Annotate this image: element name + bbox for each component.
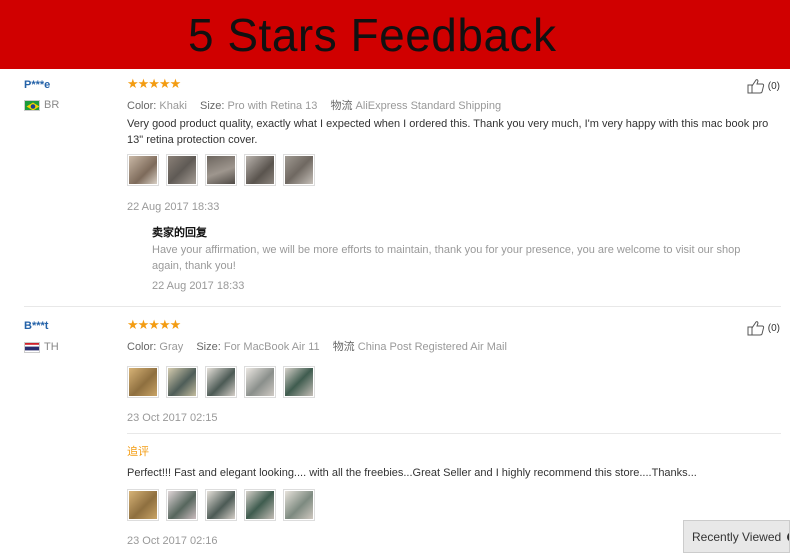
followup-photos xyxy=(127,489,315,521)
order-details: Color: Khaki Size: Pro with Retina 13 物流… xyxy=(127,97,501,113)
seller-reply-title: 卖家的回复 xyxy=(152,227,207,239)
reviewer-name[interactable]: P***e xyxy=(24,79,50,91)
reviewer-country: TH xyxy=(24,341,59,353)
size-label: Size: xyxy=(196,341,221,353)
order-details: Color: Gray Size: For MacBook Air 11 物流 … xyxy=(127,338,507,354)
review-photo-thumbnail[interactable] xyxy=(166,366,198,398)
review-photo-thumbnail[interactable] xyxy=(166,489,198,521)
review-photo-thumbnail[interactable] xyxy=(244,366,276,398)
shipping-value: AliExpress Standard Shipping xyxy=(355,100,502,112)
helpful-vote[interactable]: (0) xyxy=(747,78,780,94)
color-value: Khaki xyxy=(159,100,187,112)
recently-viewed-label: Recently Viewed xyxy=(692,529,782,544)
review-photo-thumbnail[interactable] xyxy=(283,154,315,186)
review-divider xyxy=(24,306,781,307)
country-code: TH xyxy=(44,341,59,353)
thumbs-up-icon[interactable] xyxy=(747,78,765,94)
brazil-flag-icon xyxy=(24,99,40,111)
seller-reply-text: Have your affirmation, we will be more e… xyxy=(152,244,741,272)
helpful-count: (0) xyxy=(767,80,780,92)
review-photo-thumbnail[interactable] xyxy=(127,154,159,186)
review-photo-thumbnail[interactable] xyxy=(244,489,276,521)
helpful-count: (0) xyxy=(767,322,780,334)
feedback-banner: 5 Stars Feedback xyxy=(0,0,790,69)
review-photo-thumbnail[interactable] xyxy=(127,489,159,521)
star-rating: ★★★★★ xyxy=(127,318,181,333)
thailand-flag-icon xyxy=(24,341,40,353)
seller-reply-date: 22 Aug 2017 18:33 xyxy=(152,280,245,292)
country-code: BR xyxy=(44,99,60,111)
review-date: 22 Aug 2017 18:33 xyxy=(127,201,220,213)
review-date: 23 Oct 2017 02:15 xyxy=(127,412,218,424)
color-label: Color: xyxy=(127,100,157,112)
review-photo-thumbnail[interactable] xyxy=(244,154,276,186)
size-value: Pro with Retina 13 xyxy=(227,100,318,112)
color-value: Gray xyxy=(159,341,184,353)
review-photo-thumbnail[interactable] xyxy=(205,154,237,186)
banner-title: 5 Stars Feedback xyxy=(188,9,557,61)
review-photo-thumbnail[interactable] xyxy=(127,366,159,398)
size-value: For MacBook Air 11 xyxy=(223,341,320,353)
star-rating: ★★★★★ xyxy=(127,77,181,92)
followup-text: Perfect!!! Fast and elegant looking.... … xyxy=(127,467,697,479)
followup-label: 追评 xyxy=(127,446,149,458)
shipping-label: 物流 xyxy=(332,341,355,353)
review-photos xyxy=(127,154,315,186)
review-photo-thumbnail[interactable] xyxy=(283,366,315,398)
size-label: Size: xyxy=(200,100,225,112)
review-photo-thumbnail[interactable] xyxy=(166,154,198,186)
helpful-vote[interactable]: (0) xyxy=(747,320,780,336)
reviewer-country: BR xyxy=(24,99,59,111)
followup-date: 23 Oct 2017 02:16 xyxy=(127,535,218,547)
shipping-value: China Post Registered Air Mail xyxy=(357,341,507,353)
review-photo-thumbnail[interactable] xyxy=(283,489,315,521)
review-text: Very good product quality, exactly what … xyxy=(127,118,769,146)
review-photo-thumbnail[interactable] xyxy=(205,366,237,398)
thumbs-up-icon[interactable] xyxy=(747,320,765,336)
reviewer-name[interactable]: B***t xyxy=(24,320,48,332)
shipping-label: 物流 xyxy=(330,100,353,112)
followup-divider xyxy=(127,433,781,434)
review-photos xyxy=(127,366,315,398)
recently-viewed-tab[interactable]: Recently Viewed xyxy=(683,520,790,553)
color-label: Color: xyxy=(127,341,157,353)
review-photo-thumbnail[interactable] xyxy=(205,489,237,521)
